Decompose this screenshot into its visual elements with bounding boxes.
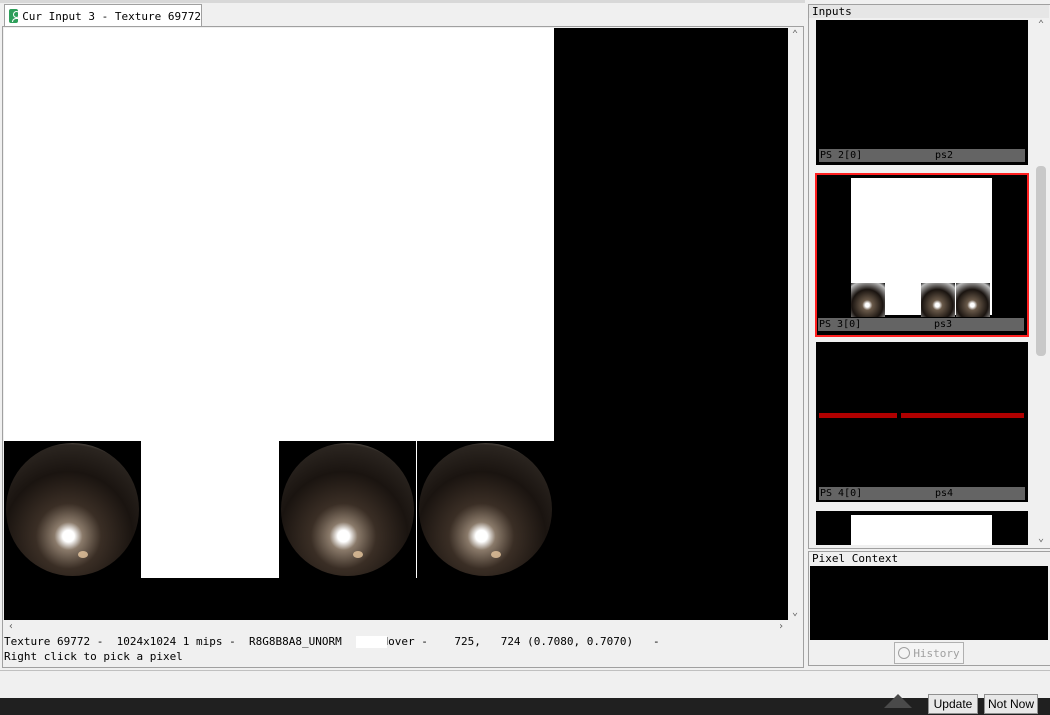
- thumbnail-shader-label: ps2: [935, 150, 954, 161]
- thumbnail-label: PS 2[0] ps2: [819, 149, 1025, 162]
- pixel-context-title: Pixel Context: [812, 552, 899, 565]
- scroll-up-icon[interactable]: ⌃: [788, 28, 802, 42]
- thumbnail-slot-label: PS 4[0]: [820, 488, 863, 499]
- scroll-up-icon[interactable]: ⌃: [1034, 18, 1048, 32]
- scroll-right-icon[interactable]: ›: [774, 620, 788, 634]
- bottom-band: [0, 670, 1050, 699]
- texture-sphere: [4, 441, 141, 578]
- history-button[interactable]: History: [894, 642, 964, 664]
- tab-cur-input[interactable]: Cur Input 3 - Texture 69772: [4, 4, 202, 27]
- thumbnail-ps3[interactable]: PS 3[0] ps3: [815, 173, 1029, 337]
- thumbnail-label: PS 4[0] ps4: [819, 487, 1025, 500]
- top-strip: [0, 0, 805, 3]
- pixel-context-view[interactable]: [810, 566, 1048, 640]
- pick-pixel-hint: Right click to pick a pixel: [4, 650, 183, 663]
- update-button[interactable]: Update: [928, 694, 978, 714]
- scroll-left-icon[interactable]: ‹: [4, 620, 18, 634]
- horizontal-scrollbar[interactable]: ‹ ›: [4, 620, 788, 634]
- texture-status-line: Texture 69772 - 1024x1024 1 mips - R8G8B…: [4, 635, 660, 648]
- inputs-title: Inputs: [812, 5, 852, 18]
- thumbnail-slot-label: PS 3[0]: [819, 319, 862, 330]
- history-icon: [898, 647, 911, 659]
- thumbnail-red-line: [819, 413, 897, 418]
- thumbnail-shader-label: ps4: [935, 488, 954, 499]
- texture-viewer-icon: [9, 9, 23, 23]
- scroll-down-icon[interactable]: ⌄: [788, 606, 802, 620]
- thumbnail-red-line: [901, 413, 1024, 418]
- inputs-scrollbar-thumb[interactable]: [1036, 166, 1046, 356]
- not-now-button[interactable]: Not Now: [984, 694, 1038, 714]
- hover-color-swatch: [356, 636, 387, 648]
- thumbnail-sphere: [956, 283, 990, 317]
- thumbnail-sphere: [921, 283, 955, 317]
- tab-title: Cur Input 3 - Texture 69772: [22, 9, 201, 23]
- thumbnail-label: PS 3[0] ps3: [818, 318, 1024, 331]
- thumbnail-sphere: [851, 283, 885, 317]
- thumbnail-shader-label: ps3: [934, 319, 953, 330]
- texture-viewport[interactable]: [4, 28, 788, 620]
- vertical-scrollbar[interactable]: ⌃ ⌄: [788, 28, 802, 620]
- thumbnail-texture-image: [851, 515, 992, 545]
- texture-sphere: [279, 441, 416, 578]
- thumbnail-ps2[interactable]: PS 2[0] ps2: [816, 20, 1028, 165]
- texture-white-block: [142, 441, 279, 578]
- thumbnail-next[interactable]: [816, 511, 1028, 545]
- scroll-down-icon[interactable]: ⌄: [1034, 532, 1048, 546]
- thumbnail-ps4[interactable]: PS 4[0] ps4: [816, 342, 1028, 502]
- thumbnail-slot-label: PS 2[0]: [820, 150, 863, 161]
- texture-sphere: [417, 441, 554, 578]
- history-label: History: [913, 646, 960, 660]
